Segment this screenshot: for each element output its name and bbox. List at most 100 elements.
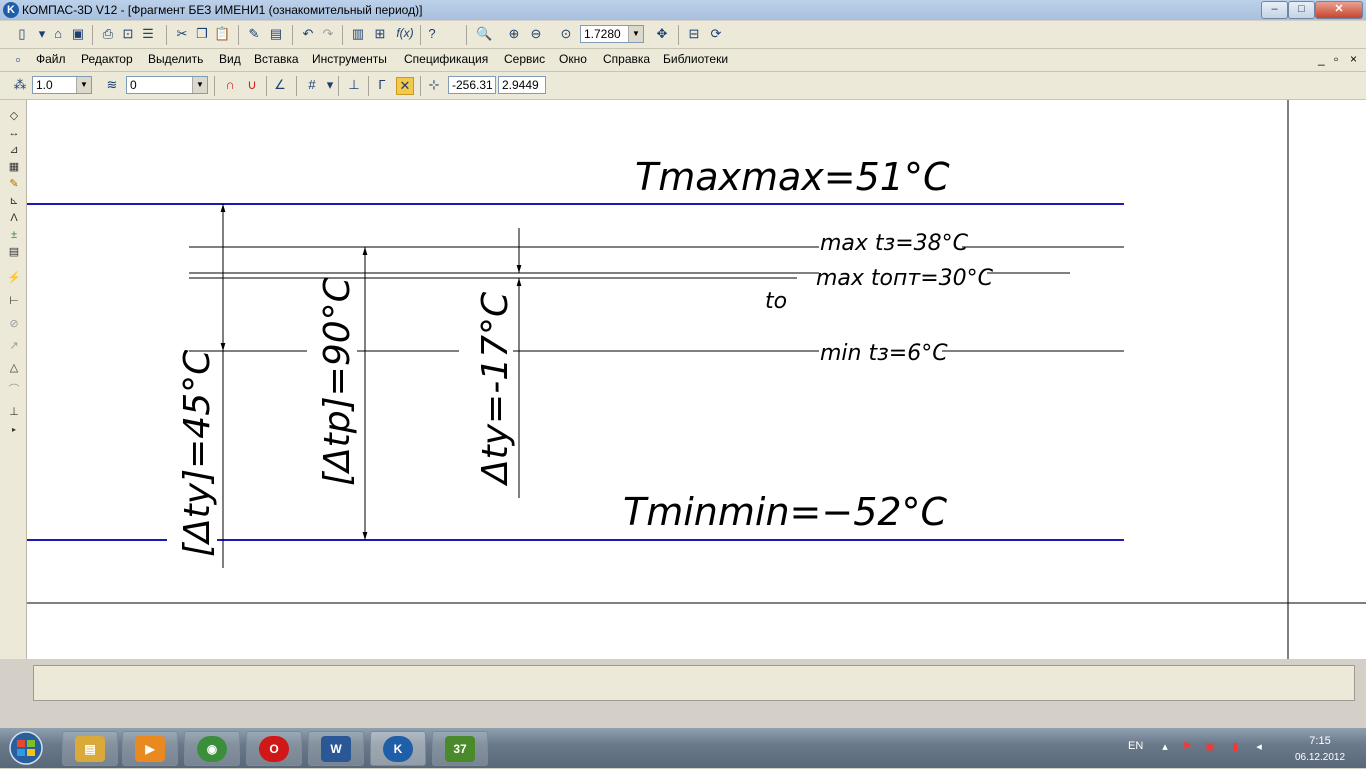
chevron-down-icon[interactable]: ▼: [628, 26, 643, 42]
reports-icon[interactable]: ▤: [6, 244, 22, 260]
save-icon[interactable]: ▣: [70, 26, 86, 42]
doc-close-button[interactable]: ×: [1350, 52, 1357, 66]
doc-restore-button[interactable]: ▫: [1334, 52, 1338, 66]
drawing-canvas[interactable]: Tmaxmax=51°C Tminmin=−52°C max tз=38°C m…: [27, 100, 1366, 659]
menu-tools[interactable]: Инструменты: [312, 52, 387, 66]
compact-toolbar: ◇ ↔ ⊿ ▦ ✎ ⊾ Λ ± ▤ ⚡ ⊢ ⊘ ↗ △ ⌒ ⊥ ▸: [0, 100, 27, 659]
edit-icon[interactable]: ▦: [6, 159, 22, 175]
step-combo[interactable]: 1.0 ▼: [32, 76, 92, 94]
angle-dimension-icon[interactable]: △: [6, 360, 22, 376]
refresh-icon[interactable]: ⟳: [708, 26, 724, 42]
snap-toggle-icon[interactable]: ✕: [396, 77, 414, 95]
dropdown-arrow-icon[interactable]: ▾: [34, 26, 50, 42]
chevron-right-icon[interactable]: ▸: [6, 422, 22, 438]
t0-label: tо: [765, 289, 787, 314]
paste-icon[interactable]: 📋: [214, 26, 230, 42]
network-icon[interactable]: ▮: [1228, 740, 1242, 754]
menu-service[interactable]: Сервис: [504, 52, 545, 66]
manager-icon[interactable]: ▤: [268, 26, 284, 42]
manager-panel-icon[interactable]: ▥: [350, 26, 366, 42]
ortho-icon[interactable]: ∠: [272, 77, 288, 93]
undo-icon[interactable]: ↶: [300, 26, 316, 42]
layer-combo[interactable]: 0 ▼: [126, 76, 208, 94]
clock-time[interactable]: 7:15: [1300, 735, 1340, 747]
pan-icon[interactable]: ✥: [654, 26, 670, 42]
local-snap-icon[interactable]: ∪: [244, 77, 260, 93]
taskbar-chrome[interactable]: ◉: [184, 731, 240, 766]
help-icon[interactable]: ?: [424, 26, 440, 42]
taskbar-word[interactable]: W: [308, 731, 364, 766]
minimize-button[interactable]: –: [1261, 1, 1288, 19]
taskbar-opera[interactable]: O: [246, 731, 302, 766]
select-icon[interactable]: Λ: [6, 210, 22, 226]
dimensions-icon[interactable]: ↔: [6, 125, 22, 141]
symbols-icon[interactable]: ⊿: [6, 142, 22, 158]
print-preview-icon[interactable]: ⊡: [120, 26, 136, 42]
local-cs-icon[interactable]: ⊥: [346, 77, 362, 93]
open-folder-icon[interactable]: ⌂: [50, 26, 66, 42]
copy-icon[interactable]: ❐: [194, 26, 210, 42]
zoom-out-icon[interactable]: ⊖: [528, 26, 544, 42]
menu-file[interactable]: Файл: [36, 52, 66, 66]
maximize-button[interactable]: □: [1288, 1, 1315, 19]
measure-icon[interactable]: ⊾: [6, 193, 22, 209]
chevron-down-icon[interactable]: ▼: [76, 77, 91, 93]
taskbar-media-center[interactable]: 37: [432, 731, 488, 766]
library-icon[interactable]: ⊞: [372, 26, 388, 42]
snap-magnet-icon[interactable]: ∩: [222, 77, 238, 93]
menu-editor[interactable]: Редактор: [81, 52, 133, 66]
radius-dimension-icon[interactable]: ↗: [6, 338, 22, 354]
safely-remove-icon[interactable]: ▣: [1203, 740, 1217, 754]
variables-icon[interactable]: f(x): [394, 25, 416, 41]
language-indicator[interactable]: EN: [1128, 740, 1143, 752]
taskbar-explorer[interactable]: ▤: [62, 731, 118, 766]
volume-icon[interactable]: ◂: [1252, 740, 1266, 754]
clock-date[interactable]: 06.12.2012: [1286, 752, 1354, 763]
diameter-dimension-icon[interactable]: ⊘: [6, 316, 22, 332]
menu-select[interactable]: Выделить: [148, 52, 203, 66]
ortho-mode-icon[interactable]: Γ: [374, 77, 390, 93]
linear-dimension-icon[interactable]: ⊢: [6, 293, 22, 309]
menu-view[interactable]: Вид: [219, 52, 241, 66]
taskbar-media-player[interactable]: ▶: [122, 731, 178, 766]
format-brush-icon[interactable]: ✎: [246, 26, 262, 42]
redo-icon[interactable]: ↷: [320, 26, 336, 42]
parametrization-icon[interactable]: ✎: [6, 176, 22, 192]
zoom-combo[interactable]: 1.7280 ▼: [580, 25, 644, 43]
close-button[interactable]: ✕: [1315, 1, 1363, 19]
zoom-in-icon[interactable]: ⊕: [506, 26, 522, 42]
geometry-icon[interactable]: ◇: [6, 108, 22, 124]
tray-expand-icon[interactable]: ▴: [1158, 740, 1172, 754]
action-center-icon[interactable]: ⚑: [1180, 740, 1194, 754]
menu-window[interactable]: Окно: [559, 52, 587, 66]
snap-step-icon[interactable]: ⁂: [12, 77, 28, 93]
grid-icon[interactable]: #: [304, 77, 320, 93]
taskbar-kompas[interactable]: K: [370, 731, 426, 766]
height-mark-icon[interactable]: ⊥: [6, 404, 22, 420]
zoom-scale-icon[interactable]: ⊙: [558, 26, 574, 42]
chevron-down-icon[interactable]: ▾: [322, 77, 338, 93]
t-min-label: Tminmin=−52°C: [623, 490, 948, 534]
app-icon[interactable]: K: [3, 2, 19, 18]
cut-icon[interactable]: ✂: [174, 26, 190, 42]
word-icon: W: [321, 736, 351, 762]
line-tool-icon[interactable]: ⚡: [6, 270, 22, 286]
cursor-y-field[interactable]: 2.9449: [498, 76, 546, 94]
menu-insert[interactable]: Вставка: [254, 52, 299, 66]
layers-icon[interactable]: ≋: [104, 77, 120, 93]
zoom-window-icon[interactable]: 🔍: [476, 26, 492, 42]
document-icon[interactable]: ▫: [10, 52, 26, 68]
spec-icon[interactable]: ±: [6, 227, 22, 243]
properties-icon[interactable]: ☰: [140, 26, 156, 42]
chevron-down-icon[interactable]: ▼: [192, 77, 207, 93]
menu-specification[interactable]: Спецификация: [404, 52, 488, 66]
doc-minimize-button[interactable]: _: [1318, 52, 1325, 66]
cursor-x-field[interactable]: -256.31: [448, 76, 496, 94]
print-icon[interactable]: ⎙: [100, 26, 116, 42]
menu-libraries[interactable]: Библиотеки: [663, 52, 728, 66]
show-all-icon[interactable]: ⊟: [686, 26, 702, 42]
new-document-icon[interactable]: ▯: [14, 26, 30, 42]
arc-dimension-icon[interactable]: ⌒: [6, 382, 22, 398]
menu-help[interactable]: Справка: [603, 52, 650, 66]
start-button[interactable]: [2, 730, 50, 766]
